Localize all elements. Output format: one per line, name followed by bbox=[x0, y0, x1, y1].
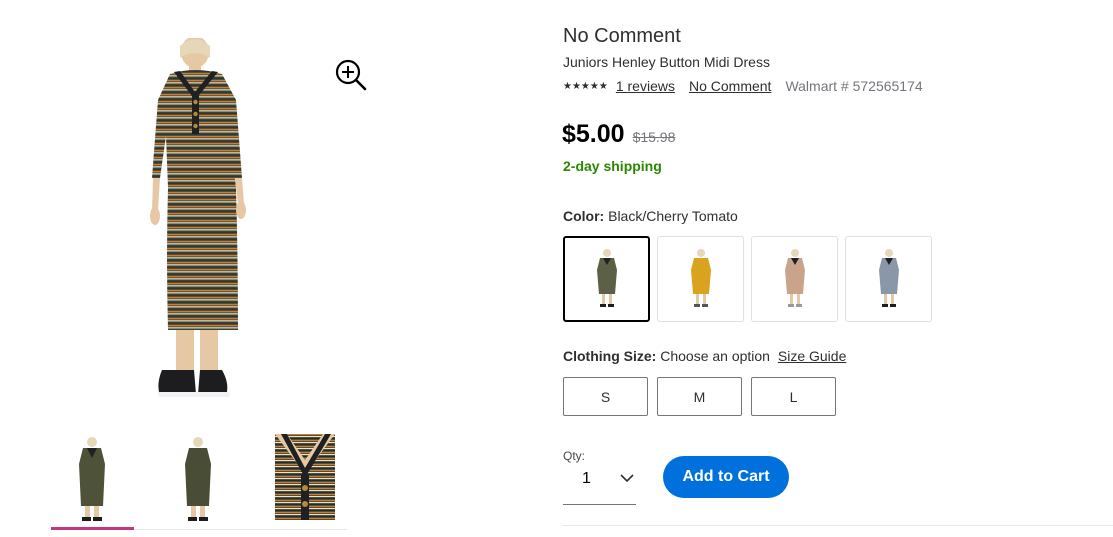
color-swatch-mustard[interactable] bbox=[657, 236, 744, 322]
section-divider bbox=[563, 525, 1113, 526]
thumbnail-front[interactable] bbox=[51, 434, 134, 530]
color-selected-value: Black/Cherry Tomato bbox=[608, 208, 738, 224]
size-options: S M L bbox=[563, 377, 836, 416]
chevron-down-icon bbox=[620, 474, 634, 483]
size-label-title: Clothing Size: bbox=[563, 348, 657, 364]
rating-row: ★★★★★ 1 reviews No Comment Walmart # 572… bbox=[563, 78, 923, 94]
brand-link[interactable]: No Comment bbox=[689, 78, 771, 94]
size-option-s[interactable]: S bbox=[563, 377, 648, 416]
quantity-value: 1 bbox=[582, 470, 591, 487]
shipping-badge: 2-day shipping bbox=[563, 158, 662, 174]
was-price: $15.98 bbox=[632, 129, 676, 145]
star-rating-icon: ★★★★★ bbox=[563, 80, 608, 92]
color-label-title: Color: bbox=[563, 208, 605, 224]
product-main-image bbox=[140, 36, 270, 404]
thumbnail-back[interactable] bbox=[157, 434, 240, 528]
size-option-l[interactable]: L bbox=[751, 377, 836, 416]
size-label: Clothing Size: Choose an option Size Gui… bbox=[563, 348, 846, 364]
quantity-label: Qty: bbox=[563, 449, 586, 463]
product-title: Juniors Henley Button Midi Dress bbox=[563, 54, 770, 70]
color-swatch-tan[interactable] bbox=[751, 236, 838, 322]
color-label: Color: Black/Cherry Tomato bbox=[563, 208, 738, 224]
size-option-m[interactable]: M bbox=[657, 377, 742, 416]
reviews-link[interactable]: 1 reviews bbox=[616, 78, 675, 94]
size-guide-link[interactable]: Size Guide bbox=[778, 348, 846, 364]
thumbnail-detail[interactable] bbox=[275, 434, 335, 528]
add-to-cart-button[interactable]: Add to Cart bbox=[663, 456, 789, 498]
walmart-item-number: Walmart # 572565174 bbox=[785, 78, 923, 94]
price-row: $5.00 $15.98 bbox=[562, 120, 675, 149]
product-brand: No Comment bbox=[563, 25, 681, 47]
thumbnail-strip bbox=[51, 434, 347, 530]
color-swatch-olive-striped[interactable] bbox=[563, 236, 650, 322]
current-price: $5.00 bbox=[562, 120, 625, 148]
color-swatch-blue-striped[interactable] bbox=[845, 236, 932, 322]
color-swatches bbox=[563, 236, 932, 322]
thumbnail-active-indicator bbox=[51, 527, 134, 530]
zoom-icon[interactable] bbox=[334, 58, 368, 92]
size-selected-value: Choose an option bbox=[660, 348, 770, 364]
quantity-select[interactable]: 1 bbox=[563, 464, 636, 505]
